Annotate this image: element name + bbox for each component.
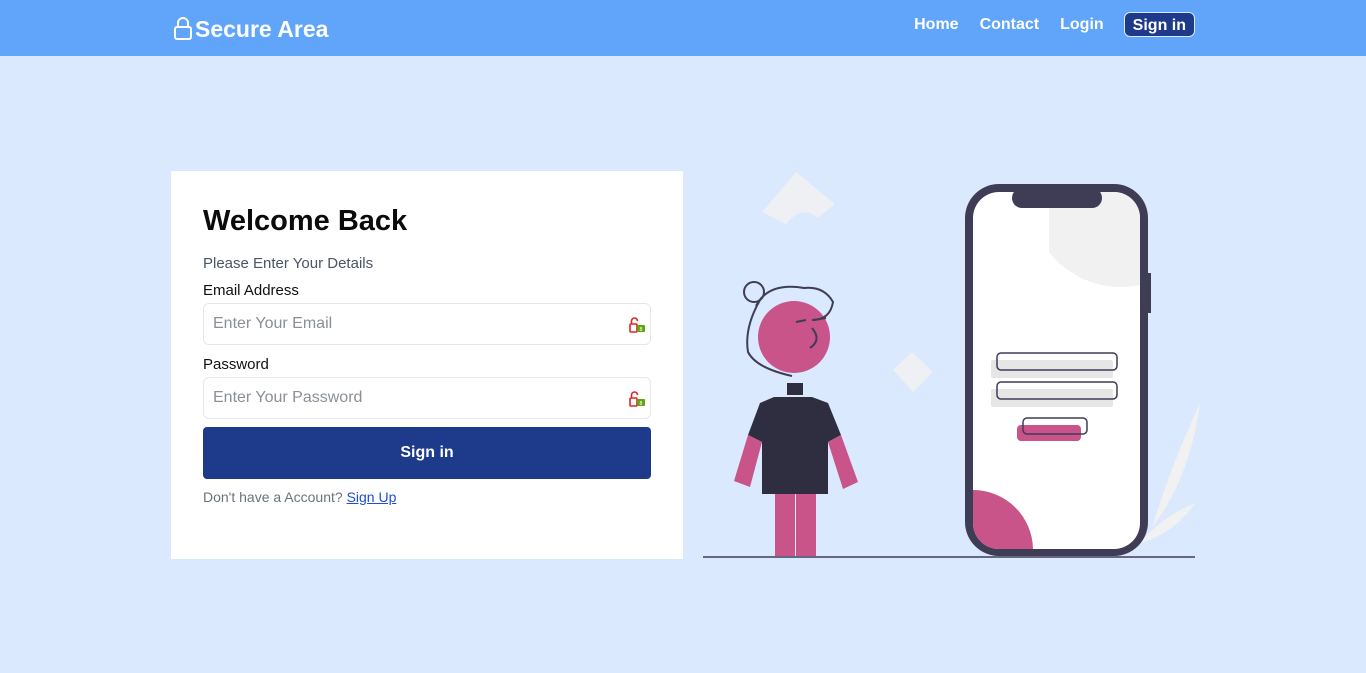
email-field-wrapper: 8 (203, 303, 651, 345)
password-label: Password (203, 356, 269, 373)
nav-login-link[interactable]: Login (1060, 13, 1104, 37)
svg-text:8: 8 (639, 401, 642, 407)
signup-link[interactable]: Sign Up (347, 489, 397, 505)
page-title: Welcome Back (203, 205, 408, 237)
nav-signin-button[interactable]: Sign in (1123, 12, 1195, 37)
password-manager-icon[interactable]: 8 (628, 390, 646, 408)
login-card: Welcome Back Please Enter Your Details E… (171, 171, 683, 559)
page-subtitle: Please Enter Your Details (203, 255, 374, 272)
password-manager-icon[interactable]: 8 (628, 316, 646, 334)
password-field[interactable] (204, 378, 650, 418)
email-field[interactable] (204, 304, 650, 344)
top-navbar: Secure Area Home Contact Login Sign in (0, 0, 1366, 56)
signin-submit-button[interactable]: Sign in (203, 427, 651, 479)
main-nav: Home Contact Login Sign in (914, 12, 1195, 37)
nav-home-link[interactable]: Home (914, 13, 958, 37)
signup-prompt-text: Don't have a Account? (203, 489, 343, 505)
svg-text:8: 8 (639, 327, 642, 333)
brand-name: Secure Area (195, 15, 329, 42)
password-field-wrapper: 8 (203, 377, 651, 419)
nav-contact-link[interactable]: Contact (980, 13, 1040, 37)
login-illustration (700, 168, 1200, 563)
brand[interactable]: Secure Area (173, 14, 328, 44)
lock-icon (173, 16, 193, 42)
signup-prompt: Don't have a Account? Sign Up (203, 489, 396, 505)
email-label: Email Address (203, 282, 299, 299)
